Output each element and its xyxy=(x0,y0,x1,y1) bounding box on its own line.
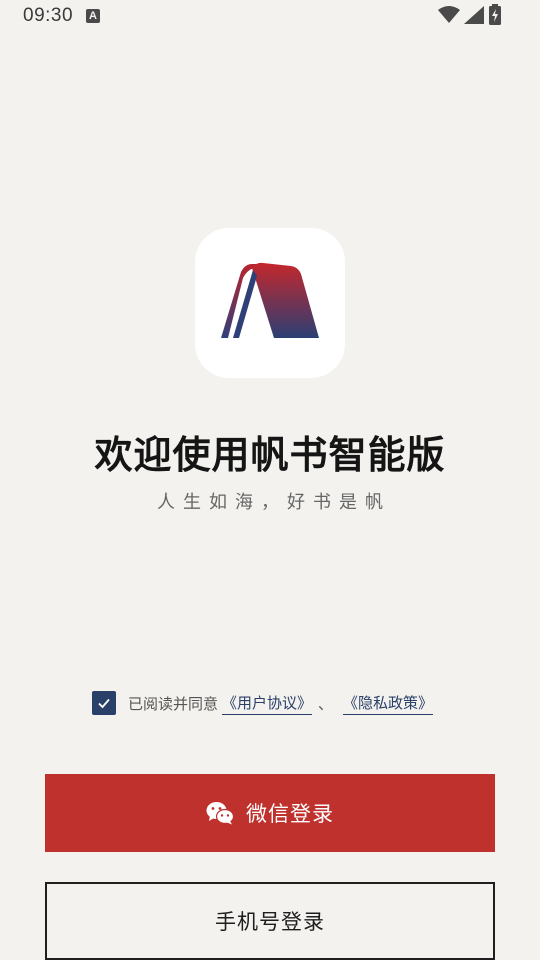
status-time: 09:30 xyxy=(23,5,74,26)
check-icon xyxy=(98,698,110,709)
wifi-icon xyxy=(438,6,460,28)
page-title: 欢迎使用帆书智能版 xyxy=(94,432,446,477)
status-icons xyxy=(438,4,502,30)
wechat-login-button[interactable]: 微信登录 xyxy=(45,774,495,852)
agreement-checkbox[interactable] xyxy=(92,691,116,715)
phone-login-label: 手机号登录 xyxy=(215,910,325,934)
agreement-separator: 、 xyxy=(318,694,334,713)
wechat-login-label: 微信登录 xyxy=(246,802,334,826)
signal-icon xyxy=(464,6,484,28)
app-logo xyxy=(195,228,345,378)
agreement-row: 已阅读并同意 《用户协议》 、 《隐私政策》 xyxy=(92,690,434,716)
user-agreement-link[interactable]: 《用户协议》 xyxy=(222,692,313,715)
agreement-prefix: 已阅读并同意 xyxy=(128,694,219,713)
phone-login-button[interactable]: 手机号登录 xyxy=(45,882,495,960)
wechat-icon xyxy=(206,801,234,825)
a-icon: A xyxy=(86,9,100,23)
privacy-policy-link[interactable]: 《隐私政策》 xyxy=(343,692,434,715)
status-bar: 09:30 A xyxy=(0,0,540,34)
page-subtitle: 人生如海，好书是帆 xyxy=(157,492,391,513)
battery-charging-icon xyxy=(488,4,502,30)
